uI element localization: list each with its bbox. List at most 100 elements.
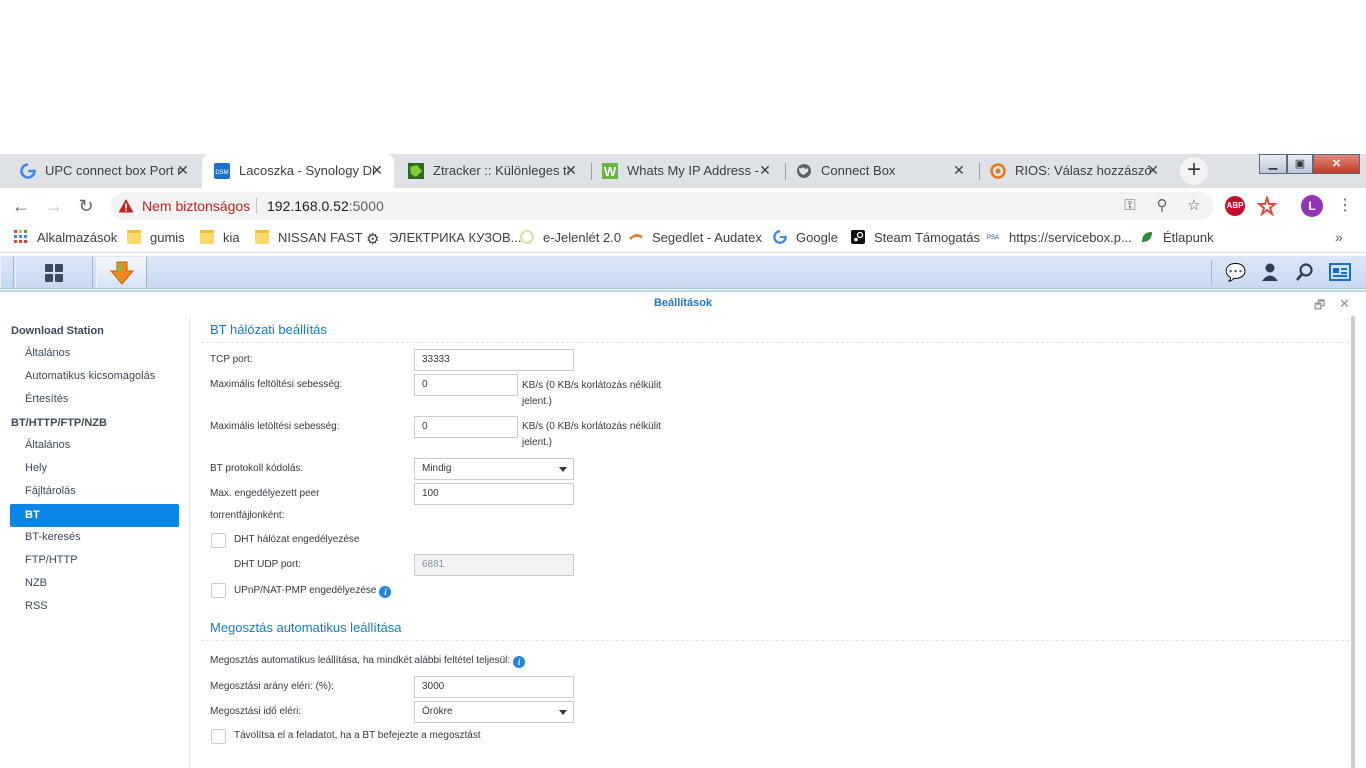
upnp-label: UPnP/NAT-PMP engedélyezése i xyxy=(234,583,392,599)
star-icon[interactable]: ☆ xyxy=(1184,196,1204,216)
avatar[interactable]: L xyxy=(1301,195,1323,217)
close-icon[interactable]: ✕ xyxy=(175,162,191,178)
bookmark-google[interactable]: Google xyxy=(773,230,838,248)
upnp-checkbox[interactable] xyxy=(211,583,226,598)
bookmark-label: e-Jelenlét 2.0 xyxy=(543,230,622,245)
url-text[interactable]: 192.168.0.52:5000 xyxy=(267,198,384,214)
zoom-icon[interactable]: ⚲ xyxy=(1152,196,1172,216)
sidebar-item-ftp-http[interactable]: FTP/HTTP xyxy=(10,549,179,572)
forward-icon[interactable]: → xyxy=(43,195,65,217)
bookmark-folder-kia[interactable]: kia xyxy=(200,230,240,248)
maximize-icon[interactable]: ▣ xyxy=(1287,154,1313,174)
tab-connectbox[interactable]: Connect Box ✕ xyxy=(784,154,976,188)
bookmark-label: Segedlet - Audatex xyxy=(652,230,762,245)
key-icon[interactable]: ⚿ xyxy=(1120,196,1140,216)
bookmark-audatex[interactable]: Segedlet - Audatex xyxy=(629,230,762,248)
close-icon[interactable]: ✕ xyxy=(563,162,579,178)
psa-icon: PSA xyxy=(987,235,999,241)
tab-synology[interactable]: DSM Lacoszka - Synology Disk ✕ xyxy=(202,154,394,188)
scrollbar[interactable] xyxy=(1351,316,1355,768)
close-icon[interactable]: ✕ xyxy=(951,162,967,178)
bookmark-folder-gumis[interactable]: gumis xyxy=(127,230,185,248)
window-title: Beállítások xyxy=(653,297,713,309)
taskbar-edge xyxy=(0,257,14,288)
circle-icon xyxy=(520,230,534,244)
dht-enable-checkbox[interactable] xyxy=(211,533,226,548)
sidebar-item-file-hosting[interactable]: Fájltárolás xyxy=(10,480,179,503)
sidebar-item-protocol-general[interactable]: Általános xyxy=(10,434,179,457)
chevron-down-icon xyxy=(559,710,567,715)
dht-port-input[interactable]: 6881 xyxy=(414,554,574,576)
back-icon[interactable]: ← xyxy=(10,195,32,217)
max-peer-input[interactable]: 100 xyxy=(414,483,574,505)
rios-icon xyxy=(990,163,1006,179)
download-station-button[interactable] xyxy=(96,257,147,288)
sidebar-item-notification[interactable]: Értesítés xyxy=(10,388,179,411)
sidebar-group-protocols: BT/HTTP/FTP/NZB xyxy=(11,417,107,429)
bookmark-folder-nissan[interactable]: NISSAN FAST xyxy=(255,230,363,248)
widgets-icon[interactable] xyxy=(1329,262,1351,284)
minimize-icon[interactable]: ▁ xyxy=(1259,154,1287,174)
blank-area xyxy=(0,0,1366,154)
bookmark-servicebox[interactable]: PSA https://servicebox.p... xyxy=(986,230,1132,248)
sidebar-item-bt[interactable]: BT xyxy=(10,504,179,527)
bookmark-apps[interactable]: Alkalmazások xyxy=(14,230,117,248)
reload-icon[interactable]: ↻ xyxy=(75,195,97,217)
tcp-port-input[interactable]: 33333 xyxy=(414,349,574,371)
chat-icon[interactable]: 💬 xyxy=(1225,262,1247,284)
bookmark-ejelenlet[interactable]: e-Jelenlét 2.0 xyxy=(520,230,621,248)
security-status[interactable]: Nem biztonságos xyxy=(142,198,250,214)
swoosh-icon xyxy=(629,234,643,240)
info-icon[interactable]: i xyxy=(513,656,526,668)
restore-icon[interactable]: 🗗 xyxy=(1314,296,1325,317)
adblock-icon[interactable]: ABP xyxy=(1225,196,1245,216)
tab-title: Ztracker :: Különleges tar xyxy=(433,163,569,178)
max-upload-input[interactable]: 0 xyxy=(414,374,518,396)
folder-icon xyxy=(200,230,214,244)
close-icon[interactable]: ✕ xyxy=(1339,296,1350,312)
time-select[interactable]: Örökre xyxy=(414,701,574,723)
extension-star-icon[interactable] xyxy=(1257,196,1277,216)
close-icon[interactable]: ✕ xyxy=(369,162,385,178)
search-icon[interactable] xyxy=(1294,262,1316,284)
sidebar-item-rss[interactable]: RSS xyxy=(10,595,179,618)
tcp-port-label: TCP port: xyxy=(210,354,253,365)
close-icon[interactable]: ✕ xyxy=(757,162,773,178)
warning-icon[interactable] xyxy=(118,198,134,214)
sidebar-item-auto-extract[interactable]: Automatikus kicsomagolás xyxy=(10,365,179,388)
section-divider xyxy=(201,342,1349,343)
max-download-input[interactable]: 0 xyxy=(414,416,518,438)
label-line: Max. engedélyezett peer xyxy=(210,488,320,499)
user-icon[interactable] xyxy=(1259,262,1281,284)
ratio-input[interactable]: 3000 xyxy=(414,676,574,698)
new-tab-button[interactable]: + xyxy=(1180,157,1208,185)
tab-upc[interactable]: UPC connect box Port ny ✕ xyxy=(8,154,200,188)
sidebar-item-nzb[interactable]: NZB xyxy=(10,572,179,595)
dsm-icon: DSM xyxy=(214,163,230,179)
menu-icon[interactable]: ⋮ xyxy=(1334,195,1356,217)
bookmark-elektrika[interactable]: ⚙ ЭЛЕКТРИКА КУЗОВ... xyxy=(366,230,522,248)
tab-ztracker[interactable]: Ztracker :: Különleges tar ✕ xyxy=(396,154,588,188)
bookmark-steam[interactable]: Steam Támogatás xyxy=(851,230,980,248)
sidebar-item-bt-search[interactable]: BT-keresés xyxy=(10,526,179,549)
close-icon[interactable]: ✕ xyxy=(1145,162,1161,178)
tab-title: UPC connect box Port ny xyxy=(45,163,181,178)
sidebar-item-general[interactable]: Általános xyxy=(10,342,179,365)
bookmark-label: Steam Támogatás xyxy=(874,230,980,245)
bookmarks-overflow-icon[interactable]: » xyxy=(1335,229,1343,245)
address-bar[interactable]: Nem biztonságos 192.168.0.52:5000 ⚿ ⚲ ☆ xyxy=(110,192,1214,220)
info-icon[interactable]: i xyxy=(379,586,392,598)
main-menu-button[interactable] xyxy=(15,257,93,288)
encoding-select[interactable]: Mindig xyxy=(414,458,574,480)
remove-task-checkbox[interactable] xyxy=(211,729,226,744)
window-close-icon[interactable]: ✕ xyxy=(1313,154,1360,174)
svg-text:W: W xyxy=(604,164,617,179)
browser-toolbar: ← → ↻ Nem biztonságos 192.168.0.52:5000 … xyxy=(0,188,1366,224)
sidebar-item-location[interactable]: Hely xyxy=(10,457,179,480)
max-upload-unit: KB/s (0 KB/s korlátozás nélkülit jelent.) xyxy=(522,378,692,410)
remove-task-label: Távolítsa el a feladatot, ha a BT befeje… xyxy=(234,730,481,741)
bookmark-etlapunk[interactable]: Étlapunk xyxy=(1140,230,1214,248)
bookmark-label: https://servicebox.p... xyxy=(1009,230,1132,245)
tab-whatsmyip[interactable]: W Whats My IP Address - IP ✕ xyxy=(590,154,782,188)
tab-rios[interactable]: RIOS: Válasz hozzászólás ✕ xyxy=(978,154,1170,188)
